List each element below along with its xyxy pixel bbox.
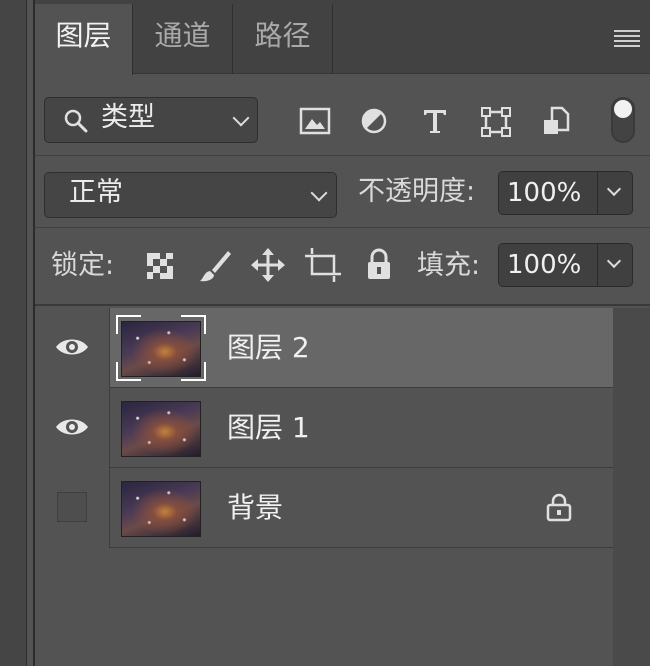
- artboard-lock-icon[interactable]: [305, 248, 341, 282]
- layers-panel: 图层 通道 路径 类型 正常 不透明度: 100% 锁定: 填充: 100% 图…: [33, 0, 650, 666]
- left-dock-strip: [0, 0, 27, 666]
- lock-transparent-pixels-icon[interactable]: [146, 252, 174, 280]
- lock-label: 锁定:: [51, 250, 115, 281]
- layer-name[interactable]: 图层 2: [227, 308, 310, 388]
- lock-all-icon[interactable]: [365, 248, 393, 280]
- layers-list-empty-area: [35, 548, 613, 666]
- smart-object-filter-icon[interactable]: [542, 106, 570, 136]
- image-filter-icon[interactable]: [299, 107, 331, 135]
- tab-layers[interactable]: 图层: [35, 4, 133, 75]
- layer-name[interactable]: 图层 1: [227, 388, 310, 468]
- search-icon: [64, 109, 88, 133]
- layer-thumbnail[interactable]: [121, 401, 201, 457]
- filter-toggle-switch[interactable]: [611, 97, 635, 143]
- visibility-toggle[interactable]: [35, 308, 110, 388]
- filter-kind-dropdown[interactable]: 类型: [44, 97, 258, 143]
- chevron-down-icon[interactable]: [606, 253, 622, 269]
- layer-row-background[interactable]: 背景: [35, 468, 613, 548]
- opacity-value[interactable]: 100%: [507, 172, 581, 214]
- move-icon[interactable]: [251, 248, 285, 282]
- eye-icon[interactable]: [55, 416, 89, 438]
- toggle-knob: [614, 100, 632, 118]
- lock-row: 锁定: 填充: 100%: [35, 228, 650, 306]
- layer-row-layer-2[interactable]: 图层 2: [35, 308, 613, 388]
- opacity-field[interactable]: 100%: [498, 171, 633, 215]
- fill-value[interactable]: 100%: [507, 244, 581, 286]
- tab-paths[interactable]: 路径: [233, 4, 333, 74]
- selected-thumbnail-frame: [116, 315, 206, 381]
- opacity-label: 不透明度:: [358, 176, 476, 207]
- layer-row-layer-1[interactable]: 图层 1: [35, 388, 613, 468]
- visibility-toggle[interactable]: [35, 388, 110, 468]
- chevron-down-icon[interactable]: [606, 181, 622, 197]
- panel-tab-bar: 图层 通道 路径: [35, 0, 650, 75]
- layer-name[interactable]: 背景: [227, 468, 283, 548]
- text-filter-icon[interactable]: [421, 107, 449, 135]
- blend-row: 正常 不透明度: 100%: [35, 156, 650, 228]
- panel-menu-icon[interactable]: [614, 30, 640, 48]
- blend-mode-dropdown[interactable]: 正常: [44, 172, 337, 218]
- chevron-down-icon: [310, 184, 328, 202]
- tab-channels[interactable]: 通道: [133, 4, 233, 74]
- adjustment-filter-icon[interactable]: [360, 107, 388, 135]
- filter-row: 类型: [35, 75, 650, 156]
- eye-icon[interactable]: [55, 336, 89, 358]
- blend-mode-value: 正常: [69, 177, 123, 208]
- filter-kind-label: 类型: [101, 102, 155, 133]
- chevron-down-icon: [232, 109, 250, 127]
- fill-field[interactable]: 100%: [498, 243, 633, 287]
- fill-label: 填充:: [417, 250, 481, 281]
- layers-scroll-track[interactable]: [613, 308, 650, 666]
- brush-icon[interactable]: [198, 248, 232, 284]
- shape-filter-icon[interactable]: [481, 107, 511, 137]
- visibility-toggle[interactable]: [35, 468, 110, 548]
- visibility-empty-box[interactable]: [57, 492, 87, 522]
- lock-icon[interactable]: [545, 492, 573, 522]
- layer-thumbnail[interactable]: [121, 481, 201, 537]
